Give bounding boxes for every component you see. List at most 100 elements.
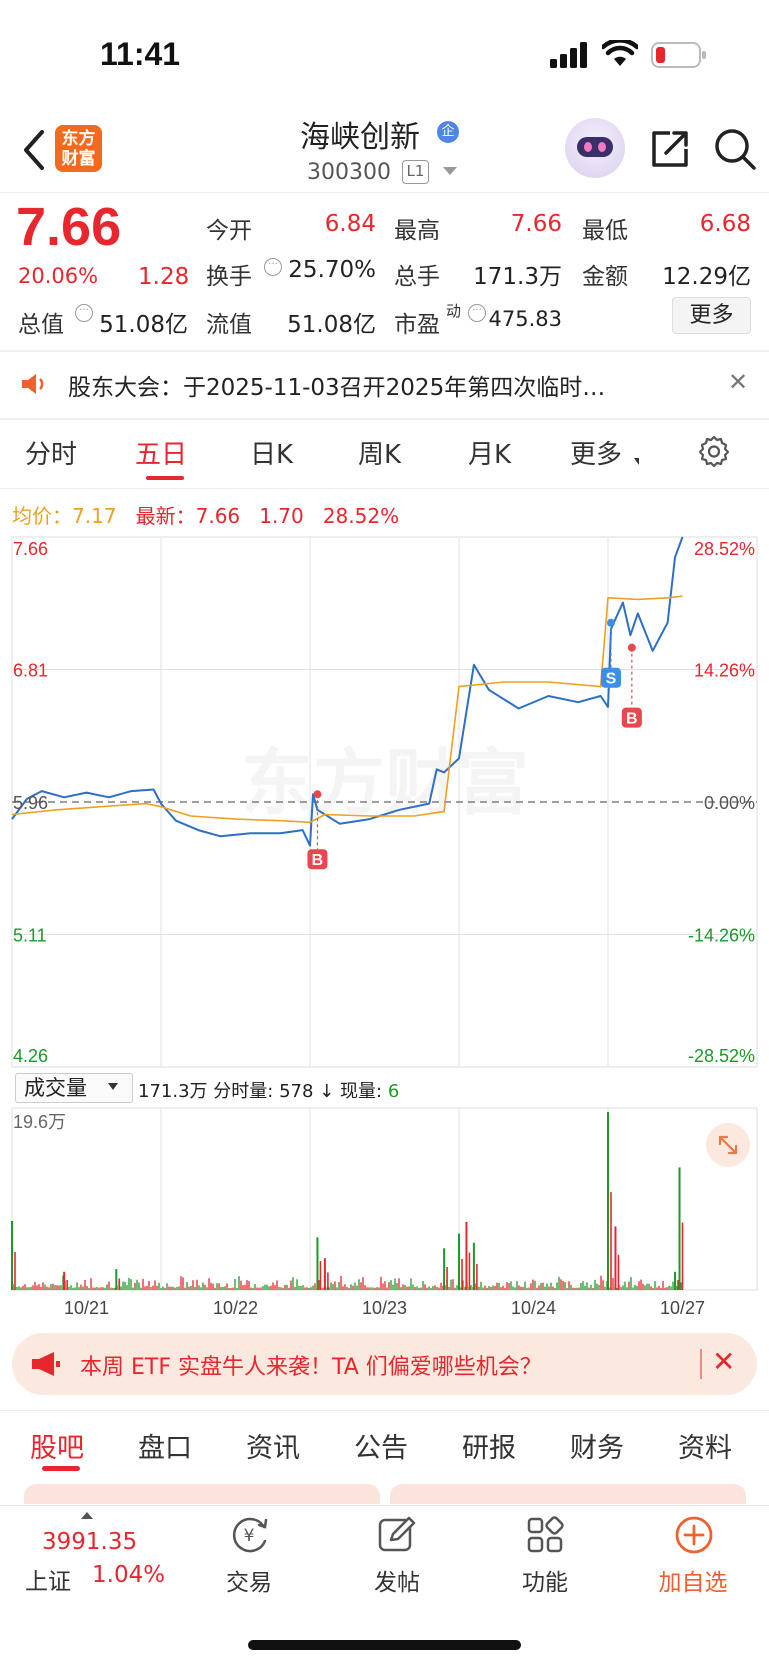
marker-label: S <box>606 671 617 688</box>
card-preview <box>24 1484 380 1504</box>
tab-news[interactable]: 资讯 <box>246 1426 300 1465</box>
tab-five-day[interactable]: 五日 <box>135 434 187 471</box>
megaphone-icon <box>32 1352 60 1376</box>
logo-line2: 财富 <box>61 149 96 169</box>
add-circle-icon <box>675 1516 713 1554</box>
expand-button[interactable] <box>706 1123 750 1167</box>
tab-guba[interactable]: 股吧 <box>30 1426 84 1465</box>
marker-dot <box>313 790 322 799</box>
avg-label: 均价： <box>12 504 72 528</box>
pe-superscript: 动 <box>446 302 462 320</box>
chevron-down-icon[interactable] <box>443 167 457 175</box>
nav-trade[interactable]: 交易 <box>194 1563 304 1597</box>
home-indicator <box>248 1640 521 1650</box>
x-tick-label: 10/21 <box>64 1298 109 1318</box>
x-tick-label: 10/24 <box>511 1298 556 1318</box>
volume-frame <box>11 1107 758 1291</box>
tab-announcements[interactable]: 公告 <box>354 1426 408 1465</box>
index-value[interactable]: 3991.35 <box>42 1529 137 1555</box>
volume-stats: 171.3万 分时量: 578 ↓ 现量: 6 <box>138 1077 399 1103</box>
nav-add-watchlist[interactable]: 加自选 <box>638 1563 748 1597</box>
price-chart[interactable]: 东方财富 7.66 6.81 5.96 5.11 4.26 28.52% 14.26% 0.00… <box>0 530 769 1070</box>
pe-value: 475.83 <box>488 307 562 331</box>
down-arrow-icon: ↓ <box>319 1081 335 1102</box>
y-tick-left: 6.81 <box>13 661 48 681</box>
y-tick-left: 4.26 <box>13 1046 48 1066</box>
x-tick-label: 10/22 <box>213 1298 258 1318</box>
y-tick-left: 5.96 <box>13 793 48 813</box>
active-tab-indicator <box>42 1466 80 1471</box>
close-icon[interactable]: ✕ <box>712 1345 735 1378</box>
marker-dot <box>606 618 615 627</box>
notice-text[interactable]: 股东大会：于2025-11-03召开2025年第四次临时… <box>68 368 678 402</box>
compose-icon <box>378 1516 416 1552</box>
amount-value: 12.29亿 <box>662 264 751 290</box>
volume-value: 171.3万 <box>473 264 562 290</box>
tab-monthly-k[interactable]: 月K <box>468 434 511 471</box>
market-cap-label: 总值 <box>18 312 64 338</box>
tab-research[interactable]: 研报 <box>462 1426 516 1465</box>
tab-financials[interactable]: 财务 <box>570 1426 624 1465</box>
tab-more[interactable]: 更多 <box>570 434 622 471</box>
latest-price: 7.66 <box>195 504 241 528</box>
latest-label: 最新： <box>135 504 196 528</box>
index-name[interactable]: 上证 <box>25 1562 71 1596</box>
stock-name: 海峡创新 <box>300 120 420 155</box>
speaker-icon <box>22 374 44 394</box>
now-volume-value: 6 <box>387 1081 400 1102</box>
info-icon[interactable]: ··· <box>75 304 93 322</box>
stock-code: 300300 <box>307 160 391 185</box>
app-logo: 东方 财富 <box>55 125 102 172</box>
signal-icon <box>550 42 587 68</box>
open-label: 今开 <box>206 218 252 244</box>
absolute-change: 1.28 <box>138 264 190 290</box>
current-price: 7.66 <box>16 197 122 257</box>
turnover-value: 25.70% <box>288 257 376 283</box>
marker-label: B <box>312 852 324 869</box>
card-preview <box>390 1484 746 1504</box>
now-volume-label: 现量: <box>340 1081 383 1102</box>
back-button[interactable] <box>14 124 58 176</box>
robot-icon <box>577 137 613 157</box>
high-value: 7.66 <box>510 211 562 237</box>
wifi-icon <box>602 40 638 66</box>
turnover-label: 换手 <box>206 264 252 290</box>
tab-more-caret <box>634 458 639 465</box>
volume-chart[interactable]: 19.6万 <box>0 1105 769 1295</box>
y-tick-right: 28.52% <box>694 539 755 559</box>
bar-volume-label: 分时量: <box>213 1081 274 1102</box>
x-axis-labels: 10/21 10/22 10/23 10/24 10/27 <box>64 1298 705 1318</box>
marker-label: B <box>626 711 638 728</box>
volume-total: 171.3万 <box>138 1081 208 1102</box>
chevron-down-icon <box>108 1083 118 1090</box>
high-label: 最高 <box>394 218 440 244</box>
y-tick-right: 14.26% <box>694 661 755 681</box>
status-time: 11:41 <box>100 36 181 72</box>
battery-icon <box>651 42 706 68</box>
enterprise-badge: 企 <box>437 121 459 143</box>
share-icon[interactable] <box>648 127 692 171</box>
tab-daily-k[interactable]: 日K <box>250 434 293 471</box>
y-tick-right: -14.26% <box>688 926 755 946</box>
more-button[interactable]: 更多 <box>672 297 751 334</box>
promo-text[interactable]: 本周 ETF 实盘牛人来袭！TA 们偏爱哪些机会？ <box>80 1349 542 1381</box>
x-tick-label: 10/23 <box>362 1298 407 1318</box>
y-tick-right: 0.00% <box>704 793 755 813</box>
level-badge[interactable]: L1 <box>402 160 429 184</box>
info-icon[interactable]: ··· <box>264 258 282 276</box>
tab-intraday[interactable]: 分时 <box>25 434 77 471</box>
close-icon[interactable]: ✕ <box>728 368 748 396</box>
index-percent[interactable]: 1.04% <box>92 1562 165 1588</box>
search-icon[interactable] <box>712 126 758 172</box>
nav-post[interactable]: 发帖 <box>342 1563 452 1597</box>
tab-profile[interactable]: 资料 <box>678 1426 732 1465</box>
tab-weekly-k[interactable]: 周K <box>358 434 401 471</box>
volume-label: 总手 <box>394 264 440 290</box>
latest-change: 1.70 <box>259 504 304 528</box>
tab-pankou[interactable]: 盘口 <box>138 1426 192 1465</box>
avg-value: 7.17 <box>72 504 117 528</box>
pe-label: 市盈 <box>394 312 440 338</box>
gear-icon[interactable] <box>697 434 731 468</box>
nav-functions[interactable]: 功能 <box>490 1563 600 1597</box>
market-cap-value: 51.08亿 <box>99 312 188 338</box>
